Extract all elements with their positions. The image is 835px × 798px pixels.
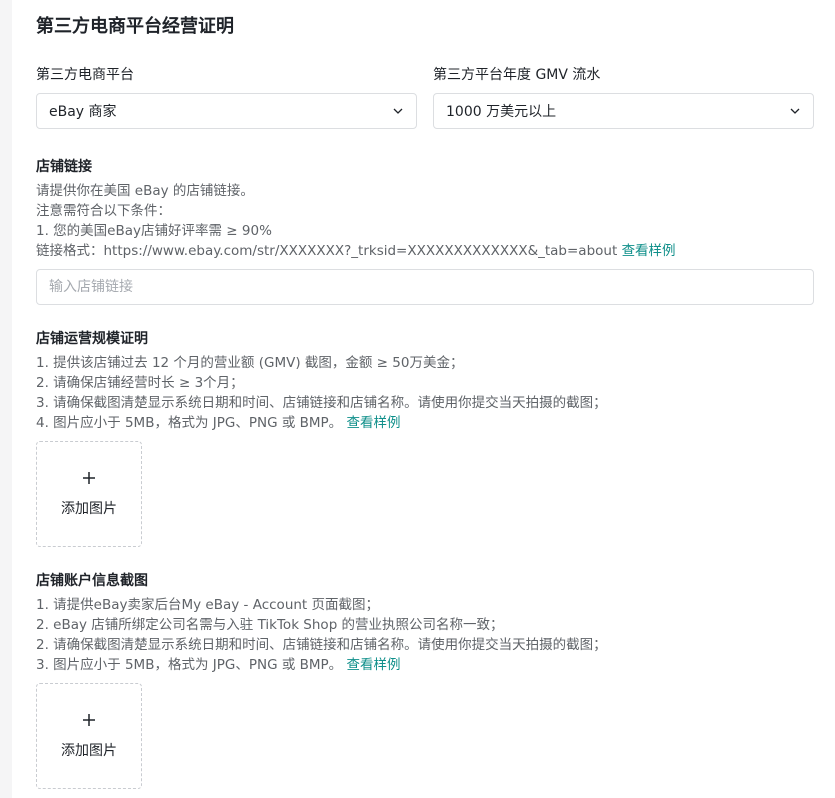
description-line-with-link: 链接格式：https://www.ebay.com/str/XXXXXXX?_t… <box>36 241 676 261</box>
upload-label: 添加图片 <box>61 743 117 759</box>
description-line-with-link: 3. 图片应小于 5MB，格式为 JPG、PNG 或 BMP。 查看样例 <box>36 655 607 675</box>
platform-label: 第三方电商平台 <box>36 67 134 83</box>
description-line: 3. 请确保截图清楚显示系统日期和时间、店铺链接和店铺名称。请使用你提交当天拍摄… <box>36 395 607 411</box>
store-link-description: 请提供你在美国 eBay 的店铺链接。 注意需符合以下条件： 1. 您的美国eB… <box>36 181 676 261</box>
description-line: 1. 提供该店铺过去 12 个月的营业额 (GMV) 截图，金额 ≥ 50万美金… <box>36 355 464 371</box>
description-line: 请提供你在美国 eBay 的店铺链接。 <box>36 183 254 199</box>
description-line: 1. 请提供eBay卖家后台My eBay - Account 页面截图； <box>36 597 380 613</box>
plus-icon <box>82 470 96 484</box>
chevron-down-icon <box>392 105 404 117</box>
gmv-select[interactable]: 1000 万美元以上 <box>433 93 814 129</box>
platform-select-value: eBay 商家 <box>49 104 117 120</box>
account-info-description: 1. 请提供eBay卖家后台My eBay - Account 页面截图； 2.… <box>36 595 607 675</box>
view-sample-link[interactable]: 查看样例 <box>622 243 676 259</box>
scale-proof-upload-button[interactable]: 添加图片 <box>36 441 142 547</box>
form-card: 第三方电商平台经营证明 第三方电商平台 eBay 商家 第三方平台年度 GMV … <box>12 0 835 798</box>
store-link-title: 店铺链接 <box>36 159 92 175</box>
format-requirement-text: 4. 图片应小于 5MB，格式为 JPG、PNG 或 BMP。 <box>36 415 343 431</box>
upload-label: 添加图片 <box>61 501 117 517</box>
gmv-select-value: 1000 万美元以上 <box>446 104 557 120</box>
store-link-input[interactable] <box>36 269 814 305</box>
description-line: 1. 您的美国eBay店铺好评率需 ≥ 90% <box>36 223 272 239</box>
plus-icon <box>82 712 96 726</box>
scale-proof-title: 店铺运营规模证明 <box>36 331 148 347</box>
description-line: 注意需符合以下条件： <box>36 203 171 219</box>
description-line: 2. 请确保店铺经营时长 ≥ 3个月； <box>36 375 244 391</box>
chevron-down-icon <box>789 105 801 117</box>
link-format-text: 链接格式：https://www.ebay.com/str/XXXXXXX?_t… <box>36 243 618 259</box>
description-line-with-link: 4. 图片应小于 5MB，格式为 JPG、PNG 或 BMP。 查看样例 <box>36 413 607 433</box>
view-sample-link[interactable]: 查看样例 <box>346 415 400 431</box>
view-sample-link[interactable]: 查看样例 <box>346 657 400 673</box>
page-title: 第三方电商平台经营证明 <box>36 16 234 37</box>
account-info-upload-button[interactable]: 添加图片 <box>36 683 142 789</box>
platform-select[interactable]: eBay 商家 <box>36 93 417 129</box>
description-line: 2. eBay 店铺所绑定公司名需与入驻 TikTok Shop 的营业执照公司… <box>36 617 504 633</box>
scale-proof-description: 1. 提供该店铺过去 12 个月的营业额 (GMV) 截图，金额 ≥ 50万美金… <box>36 353 607 433</box>
format-requirement-text: 3. 图片应小于 5MB，格式为 JPG、PNG 或 BMP。 <box>36 657 343 673</box>
gmv-label: 第三方平台年度 GMV 流水 <box>433 67 601 83</box>
account-info-title: 店铺账户信息截图 <box>36 573 148 589</box>
description-line: 2. 请确保截图清楚显示系统日期和时间、店铺链接和店铺名称。请使用你提交当天拍摄… <box>36 637 607 653</box>
